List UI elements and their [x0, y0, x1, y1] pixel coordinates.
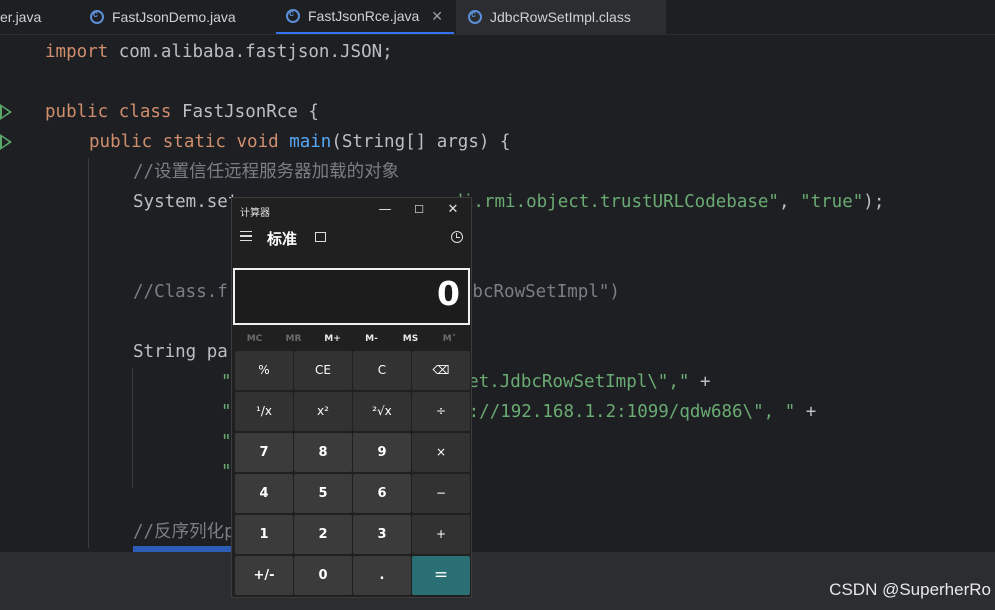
minimize-button[interactable]: — [370, 200, 400, 220]
decimal-button[interactable]: . [353, 556, 411, 595]
memory-mr-button[interactable]: MR [274, 334, 313, 344]
calculator-title: 计算器 [240, 208, 270, 219]
digit-7-button[interactable]: 7 [235, 433, 293, 472]
digit-0-button[interactable]: 0 [294, 556, 352, 595]
calculator-window[interactable]: 计算器 — ☐ ✕ 标准 0 MC MR M+ M- MS M˅ % CE C ⌫ ¹/x x² ²√… [231, 197, 472, 598]
digit-2-button[interactable]: 2 [294, 515, 352, 554]
tab-server-java[interactable]: er.java [0, 0, 62, 34]
run-main-icon[interactable] [0, 134, 12, 150]
close-tab-icon[interactable]: ✕ [431, 8, 443, 25]
memory-m-list-button[interactable]: M˅ [430, 334, 469, 344]
calculator-display: 0 [233, 268, 470, 325]
code-line-string-payload: String pa [133, 342, 228, 362]
java-class-icon: c [90, 9, 104, 24]
backspace-button[interactable]: ⌫ [412, 351, 470, 390]
tab-label: FastJsonRce.java [308, 8, 420, 24]
clear-entry-button[interactable]: CE [294, 351, 352, 390]
tab-jdbcrowsetimpl[interactable]: c JdbcRowSetImpl.class [456, 0, 666, 34]
java-class-icon: c [286, 8, 300, 23]
indent-guide [132, 368, 133, 488]
equals-button[interactable]: = [412, 556, 470, 595]
tab-label: JdbcRowSetImpl.class [490, 9, 631, 25]
ide-window: er.java c FastJsonDemo.java c FastJsonRc… [0, 0, 995, 610]
negate-button[interactable]: +/- [235, 556, 293, 595]
watermark: CSDN @SuperherRo [829, 580, 991, 599]
memory-ms-button[interactable]: MS [391, 334, 430, 344]
memory-m-plus-button[interactable]: M+ [313, 334, 352, 344]
close-button[interactable]: ✕ [438, 200, 468, 220]
memory-mc-button[interactable]: MC [235, 334, 274, 344]
code-line-payload-4: " [221, 462, 232, 482]
code-editor[interactable]: import com.alibaba.fastjson.JSON; public… [45, 35, 884, 542]
multiply-button[interactable]: × [412, 433, 470, 472]
tab-label: FastJsonDemo.java [112, 9, 236, 25]
subtract-button[interactable]: − [412, 474, 470, 513]
keep-on-top-icon[interactable] [315, 232, 326, 242]
editor-tabs: er.java c FastJsonDemo.java c FastJsonRc… [0, 0, 995, 35]
calculator-mode-title: 标准 [267, 230, 298, 248]
menu-icon[interactable] [240, 231, 252, 241]
run-class-icon[interactable] [0, 104, 12, 120]
code-line-payload-3: " [221, 432, 232, 452]
digit-9-button[interactable]: 9 [353, 433, 411, 472]
memory-m-minus-button[interactable]: M- [352, 334, 391, 344]
code-comment-trust: //设置信任远程服务器加载的对象 [133, 162, 400, 182]
maximize-button[interactable]: ☐ [404, 200, 434, 220]
editor-gutter [0, 35, 32, 545]
square-root-button[interactable]: ²√x [353, 392, 411, 431]
tab-fastjsondemo[interactable]: c FastJsonDemo.java [90, 0, 260, 34]
tab-label: er.java [0, 9, 42, 25]
digit-3-button[interactable]: 3 [353, 515, 411, 554]
class-file-icon: c [468, 9, 482, 24]
history-icon[interactable] [451, 231, 463, 243]
add-button[interactable]: + [412, 515, 470, 554]
indent-guide [88, 158, 89, 548]
digit-4-button[interactable]: 4 [235, 474, 293, 513]
display-value: 0 [437, 274, 460, 313]
code-comment-deserialize: //反序列化p [133, 522, 235, 542]
digit-1-button[interactable]: 1 [235, 515, 293, 554]
divide-button[interactable]: ÷ [412, 392, 470, 431]
digit-5-button[interactable]: 5 [294, 474, 352, 513]
clear-button[interactable]: C [353, 351, 411, 390]
square-button[interactable]: x² [294, 392, 352, 431]
code-line-import: import com.alibaba.fastjson.JSON; [45, 42, 393, 62]
digit-8-button[interactable]: 8 [294, 433, 352, 472]
digit-6-button[interactable]: 6 [353, 474, 411, 513]
tab-fastjsonrce[interactable]: c FastJsonRce.java ✕ [276, 0, 454, 34]
code-line-main: public static void main(String[] args) { [89, 132, 511, 152]
percent-button[interactable]: % [235, 351, 293, 390]
reciprocal-button[interactable]: ¹/x [235, 392, 293, 431]
code-line-class: public class FastJsonRce { [45, 102, 319, 122]
